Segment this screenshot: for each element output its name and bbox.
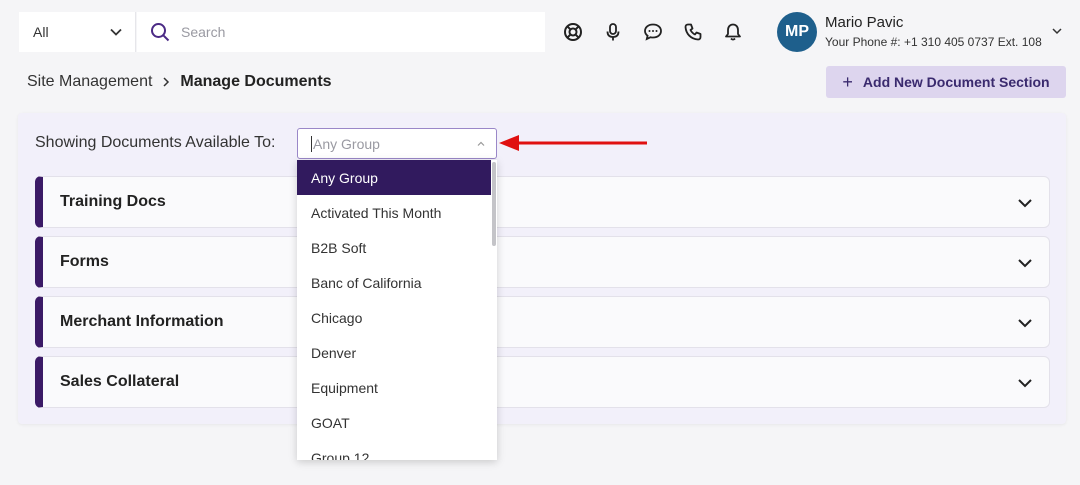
group-dropdown-list: Any Group Activated This Month B2B Soft … [297, 160, 497, 460]
text-cursor [311, 136, 312, 152]
chevron-down-icon[interactable] [1017, 195, 1033, 211]
breadcrumb-site-management[interactable]: Site Management [27, 73, 152, 91]
add-document-section-button[interactable]: + Add New Document Section [826, 66, 1066, 98]
chevron-right-icon [163, 77, 170, 87]
section-sales-collateral[interactable]: Sales Collateral [35, 356, 1050, 408]
group-option[interactable]: Banc of California [297, 265, 491, 300]
breadcrumb: Site Management Manage Documents [27, 73, 332, 91]
group-option[interactable]: Group 12 [297, 440, 491, 461]
avatar[interactable]: MP [777, 12, 817, 52]
group-option[interactable]: Any Group [297, 160, 491, 195]
group-option[interactable]: Activated This Month [297, 195, 491, 230]
section-training-docs[interactable]: Training Docs [35, 176, 1050, 228]
search-scope-value: All [33, 24, 49, 40]
bell-icon[interactable] [723, 22, 743, 42]
section-forms[interactable]: Forms [35, 236, 1050, 288]
chevron-up-icon [477, 141, 485, 146]
search-icon [151, 23, 170, 42]
chat-icon[interactable] [643, 22, 663, 42]
group-option[interactable]: GOAT [297, 405, 491, 440]
microphone-icon[interactable] [603, 22, 623, 42]
page-title: Manage Documents [180, 73, 332, 90]
group-filter-placeholder: Any Group [313, 136, 380, 152]
avatar-initials: MP [785, 23, 809, 40]
chevron-down-icon [110, 28, 122, 36]
search-scope-select[interactable]: All [19, 12, 136, 52]
section-title: Sales Collateral [60, 373, 180, 390]
group-option[interactable]: Chicago [297, 300, 491, 335]
search-bar [137, 12, 545, 52]
section-title: Merchant Information [60, 313, 224, 330]
user-phone: Your Phone #: +1 310 405 0737 Ext. 108 [825, 35, 1042, 49]
top-bar: All MP Mario Pavic Your Phone #: +1 310 … [0, 0, 1080, 64]
user-name[interactable]: Mario Pavic [825, 14, 903, 31]
chevron-down-icon[interactable] [1017, 375, 1033, 391]
section-title: Training Docs [60, 193, 166, 210]
dropdown-scrollbar[interactable] [492, 162, 496, 246]
plus-icon: + [842, 72, 853, 92]
group-option[interactable]: Denver [297, 335, 491, 370]
group-option[interactable]: Equipment [297, 370, 491, 405]
annotation-arrow [499, 135, 647, 151]
section-merchant-information[interactable]: Merchant Information [35, 296, 1050, 348]
search-input[interactable] [181, 22, 521, 42]
phone-icon[interactable] [683, 22, 703, 42]
group-filter-label: Showing Documents Available To: [35, 134, 276, 151]
support-icon[interactable] [563, 22, 583, 42]
chevron-down-icon[interactable] [1017, 315, 1033, 331]
section-title: Forms [60, 253, 109, 270]
group-filter-select[interactable]: Any Group [297, 128, 497, 159]
chevron-down-icon[interactable] [1050, 24, 1064, 38]
add-document-section-label: Add New Document Section [862, 74, 1050, 90]
chevron-down-icon[interactable] [1017, 255, 1033, 271]
group-option[interactable]: B2B Soft [297, 230, 491, 265]
